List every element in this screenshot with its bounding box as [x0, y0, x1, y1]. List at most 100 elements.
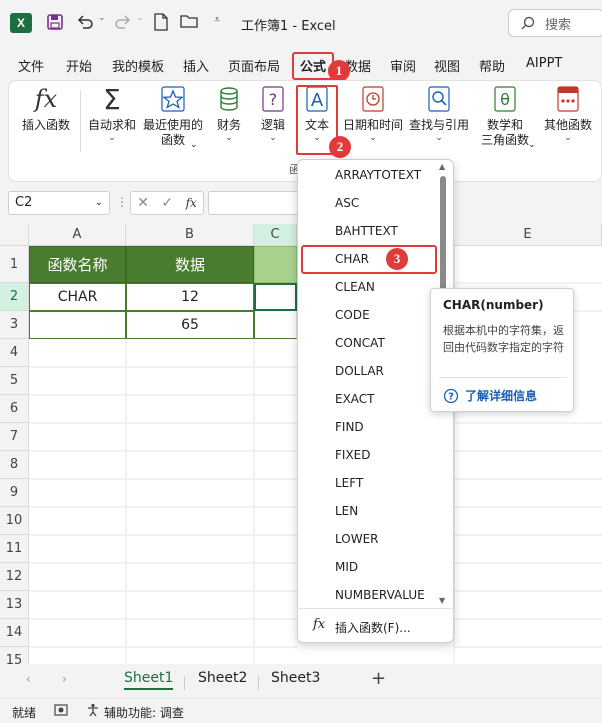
function-item-concat[interactable]: CONCAT	[335, 336, 385, 350]
datetime-button[interactable]: 日期和时间 ⌄	[342, 84, 404, 143]
name-box-value: C2	[15, 195, 33, 210]
search-box[interactable]: 搜索	[508, 9, 602, 37]
undo-dropdown-icon[interactable]: ⌄	[98, 13, 106, 23]
menu-home[interactable]: 开始	[66, 56, 92, 75]
function-item-lower[interactable]: LOWER	[335, 532, 379, 546]
function-item-code[interactable]: CODE	[335, 308, 370, 322]
menu-file[interactable]: 文件	[18, 56, 44, 75]
function-item-numbervalue[interactable]: NUMBERVALUE	[335, 588, 425, 602]
dropdown-scrollbar-thumb[interactable]	[440, 176, 446, 296]
formula-input[interactable]	[208, 191, 308, 215]
step-badge-1: 1	[328, 60, 350, 82]
financial-button[interactable]: 财务 ⌄	[212, 84, 246, 143]
customize-toolbar-icon[interactable]: ⩡	[214, 13, 220, 27]
star-icon	[159, 84, 187, 114]
insert-function-label: 插入函数	[21, 118, 70, 132]
chevron-down-icon: ⌄	[528, 140, 536, 150]
clock-icon	[359, 84, 387, 114]
lookup-label: 查找与引用	[408, 118, 469, 132]
function-item-left[interactable]: LEFT	[335, 476, 363, 490]
sheet-tab-2[interactable]: Sheet2	[198, 670, 247, 686]
function-item-dollar[interactable]: DOLLAR	[335, 364, 384, 378]
logical-button[interactable]: ? 逻辑 ⌄	[258, 84, 288, 143]
tooltip-separator	[439, 377, 567, 378]
fx-icon: fx	[313, 617, 326, 632]
menu-page-layout[interactable]: 页面布局	[228, 56, 280, 75]
function-item-asc[interactable]: ASC	[335, 196, 359, 210]
logical-label: 逻辑	[260, 118, 285, 132]
recently-used-button[interactable]: 最近使用的 函数	[142, 84, 204, 148]
scroll-down-icon[interactable]: ▼	[439, 596, 445, 605]
insert-function-button[interactable]: fx 插入函数	[20, 84, 72, 133]
search-icon	[521, 16, 535, 30]
insert-function-fx-icon[interactable]: fx	[186, 196, 197, 210]
redo-icon[interactable]	[114, 13, 132, 31]
scroll-left-icon[interactable]: ‹	[26, 672, 31, 686]
function-item-find[interactable]: FIND	[335, 420, 364, 434]
macro-record-icon[interactable]	[54, 703, 68, 720]
function-item-bahttext[interactable]: BAHTTEXT	[335, 224, 398, 238]
lookup-button[interactable]: 查找与引用 ⌄	[408, 84, 470, 143]
tooltip-description: 根据本机中的字符集，返回由代码数字指定的字符	[443, 324, 564, 354]
scroll-up-icon[interactable]: ▲	[439, 162, 445, 171]
learn-more-link[interactable]: ? 了解详细信息	[443, 387, 537, 404]
enter-icon[interactable]: ✓	[161, 195, 173, 211]
formulas-tab-highlight	[292, 52, 334, 80]
tab-divider	[184, 676, 185, 690]
menu-insert[interactable]: 插入	[183, 56, 209, 75]
scroll-right-icon[interactable]: ›	[62, 672, 67, 686]
svg-text:?: ?	[448, 391, 454, 402]
math-trig-button[interactable]: θ 数学和 三角函数	[474, 84, 536, 148]
more-functions-label: 其他函数	[543, 118, 592, 132]
window-title: 工作簿1 - Excel	[241, 19, 336, 34]
menu-my-templates[interactable]: 我的模板	[112, 56, 164, 75]
dropdown-separator	[297, 608, 454, 609]
chevron-down-icon: ⌄	[564, 133, 572, 143]
sheet-tab-3[interactable]: Sheet3	[271, 670, 320, 686]
chevron-down-icon: ⌄	[108, 133, 116, 143]
accessibility-status[interactable]: 辅助功能: 调查	[104, 704, 184, 721]
more-functions-button[interactable]: 其他函数 ⌄	[540, 84, 596, 143]
menu-help[interactable]: 帮助	[479, 56, 505, 75]
more-options-icon[interactable]: ⋮	[116, 195, 128, 209]
function-item-exact[interactable]: EXACT	[335, 392, 375, 406]
step-badge-3: 3	[386, 248, 408, 270]
cancel-icon[interactable]: ✕	[137, 195, 149, 211]
open-folder-icon[interactable]	[180, 13, 200, 29]
more-functions-icon	[554, 84, 582, 114]
insert-function-menu-item[interactable]: 插入函数(F)...	[335, 619, 411, 636]
autosum-button[interactable]: Σ 自动求和 ⌄	[86, 82, 138, 144]
title-bar: X ⌄ ⌄ ⩡ 工作簿1 - Excel 搜索	[0, 0, 602, 46]
new-file-icon[interactable]	[153, 13, 169, 31]
save-icon[interactable]	[46, 13, 64, 31]
accessibility-icon[interactable]	[86, 703, 100, 720]
chevron-down-icon: ⌄	[369, 133, 377, 143]
chevron-down-icon: ⌄	[269, 133, 277, 143]
search-label: 搜索	[545, 17, 572, 33]
function-tooltip: CHAR(number) 根据本机中的字符集，返回由代码数字指定的字符 ? 了解…	[430, 288, 574, 412]
add-sheet-icon[interactable]: +	[371, 668, 386, 689]
undo-icon[interactable]	[76, 13, 94, 31]
financial-label: 财务	[216, 118, 241, 132]
function-item-mid[interactable]: MID	[335, 560, 358, 574]
svg-text:θ: θ	[500, 90, 510, 109]
sheet-tab-1[interactable]: Sheet1	[124, 670, 174, 690]
function-item-clean[interactable]: CLEAN	[335, 280, 375, 294]
function-item-len[interactable]: LEN	[335, 504, 358, 518]
chevron-down-icon: ⌄	[435, 133, 443, 143]
magnifier-icon	[425, 84, 453, 114]
chevron-down-icon: ⌄	[225, 133, 233, 143]
status-ready: 就绪	[12, 706, 37, 720]
function-item-fixed[interactable]: FIXED	[335, 448, 370, 462]
name-box[interactable]: C2 ⌄	[8, 191, 110, 215]
sigma-icon: Σ	[103, 82, 121, 116]
excel-logo-icon: X	[10, 13, 32, 33]
menu-view[interactable]: 视图	[434, 56, 460, 75]
fx-icon: fx	[34, 85, 58, 113]
menu-aippt[interactable]: AIPPT	[526, 56, 562, 71]
sheet-tab-bar: ‹ › Sheet1 Sheet2 Sheet3 +	[0, 664, 602, 698]
learn-more-label: 了解详细信息	[465, 389, 538, 403]
redo-dropdown-icon[interactable]: ⌄	[136, 13, 144, 23]
function-item-arraytotext[interactable]: ARRAYTOTEXT	[335, 168, 421, 182]
menu-review[interactable]: 审阅	[390, 56, 416, 75]
